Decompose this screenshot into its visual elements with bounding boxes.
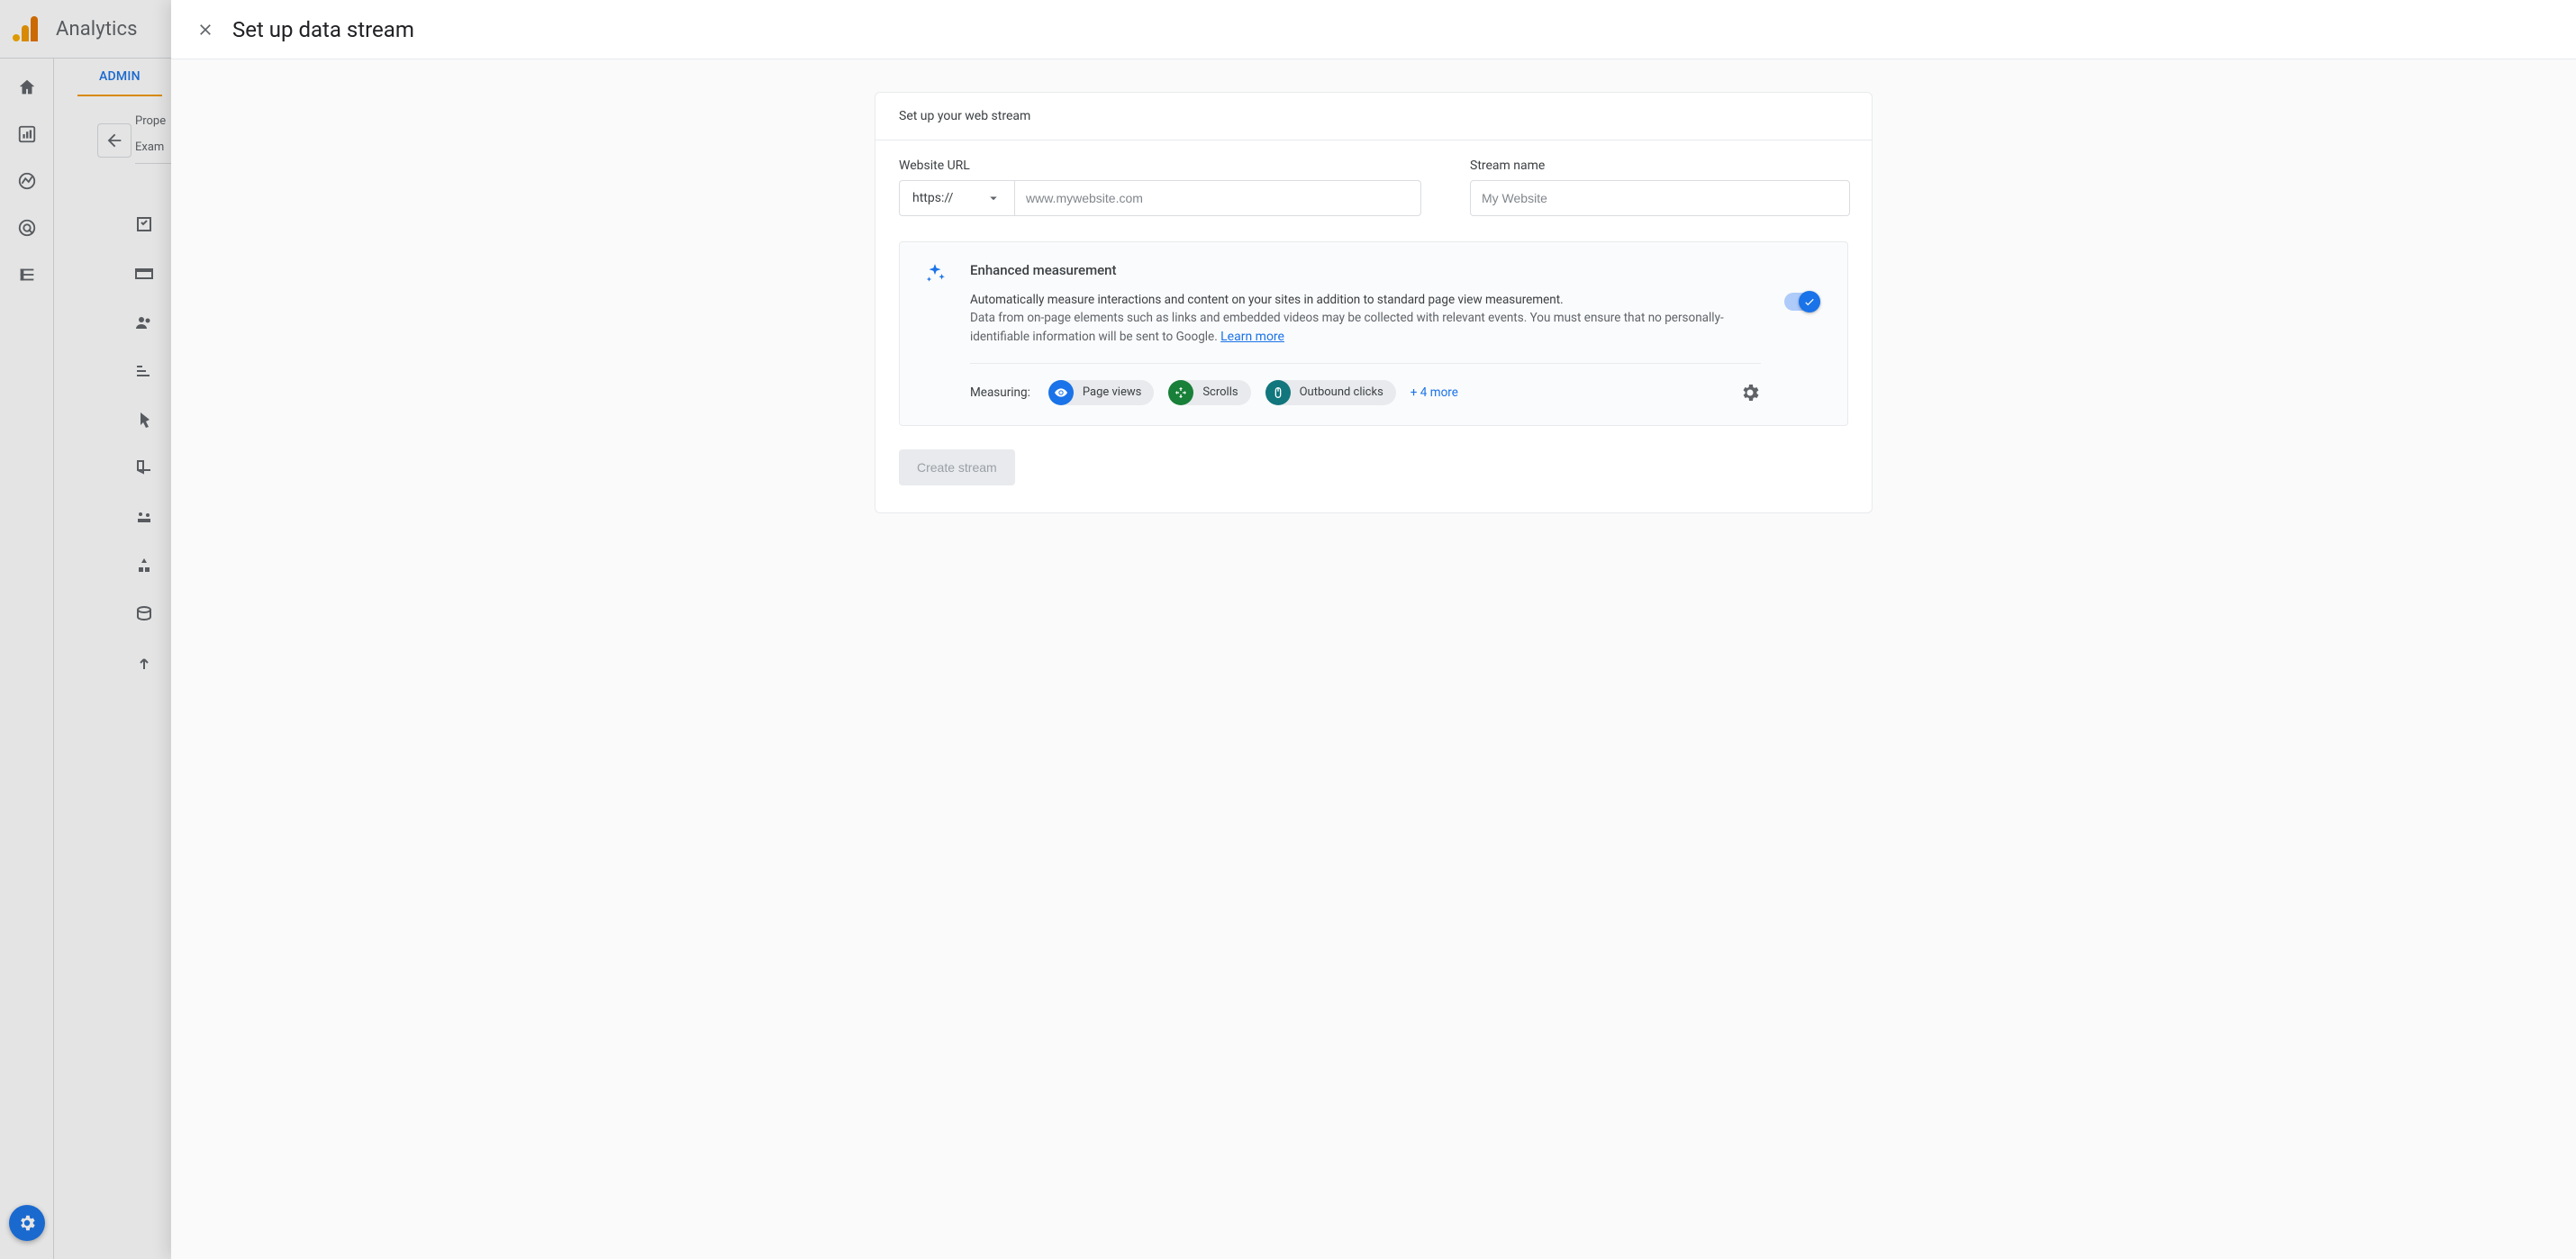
chevron-down-icon [985, 190, 1002, 206]
stream-name-input[interactable] [1470, 180, 1850, 216]
setup-card: Set up your web stream Website URL https… [875, 92, 1873, 513]
enhanced-measurement-toggle[interactable] [1784, 293, 1820, 311]
card-heading: Set up your web stream [875, 93, 1872, 140]
enhanced-desc-secondary: Data from on-page elements such as links… [970, 309, 1761, 346]
check-icon [1799, 291, 1820, 312]
sparkle-icon [923, 262, 947, 285]
protocol-value: https:// [912, 191, 953, 205]
website-url-input[interactable] [1014, 180, 1421, 216]
pill-label: Page views [1083, 385, 1141, 399]
protocol-select[interactable]: https:// [899, 180, 1014, 216]
learn-more-link[interactable]: Learn more [1220, 330, 1284, 344]
slideover-panel: Set up data stream Set up your web strea… [171, 0, 2576, 1259]
panel-title: Set up data stream [232, 17, 414, 42]
scroll-icon [1168, 380, 1193, 405]
enhanced-measurement-box: Enhanced measurement Automatically measu… [899, 241, 1848, 426]
mouse-icon [1265, 380, 1291, 405]
pill-page-views: Page views [1048, 380, 1154, 405]
pill-scrolls: Scrolls [1168, 380, 1250, 405]
pill-outbound-clicks: Outbound clicks [1265, 380, 1396, 405]
eye-icon [1048, 380, 1074, 405]
pill-label: Scrolls [1202, 385, 1238, 399]
measuring-label: Measuring: [970, 385, 1030, 400]
more-chips-link[interactable]: + 4 more [1410, 385, 1458, 400]
close-icon[interactable] [195, 19, 216, 41]
stream-name-label: Stream name [1470, 159, 1850, 173]
pill-label: Outbound clicks [1300, 385, 1383, 399]
enhanced-settings-gear-icon[interactable] [1739, 382, 1761, 403]
enhanced-title: Enhanced measurement [970, 262, 1761, 278]
enhanced-desc-primary: Automatically measure interactions and c… [970, 291, 1761, 309]
create-stream-button[interactable]: Create stream [899, 449, 1015, 485]
website-url-label: Website URL [899, 159, 1421, 173]
panel-header: Set up data stream [171, 0, 2576, 59]
